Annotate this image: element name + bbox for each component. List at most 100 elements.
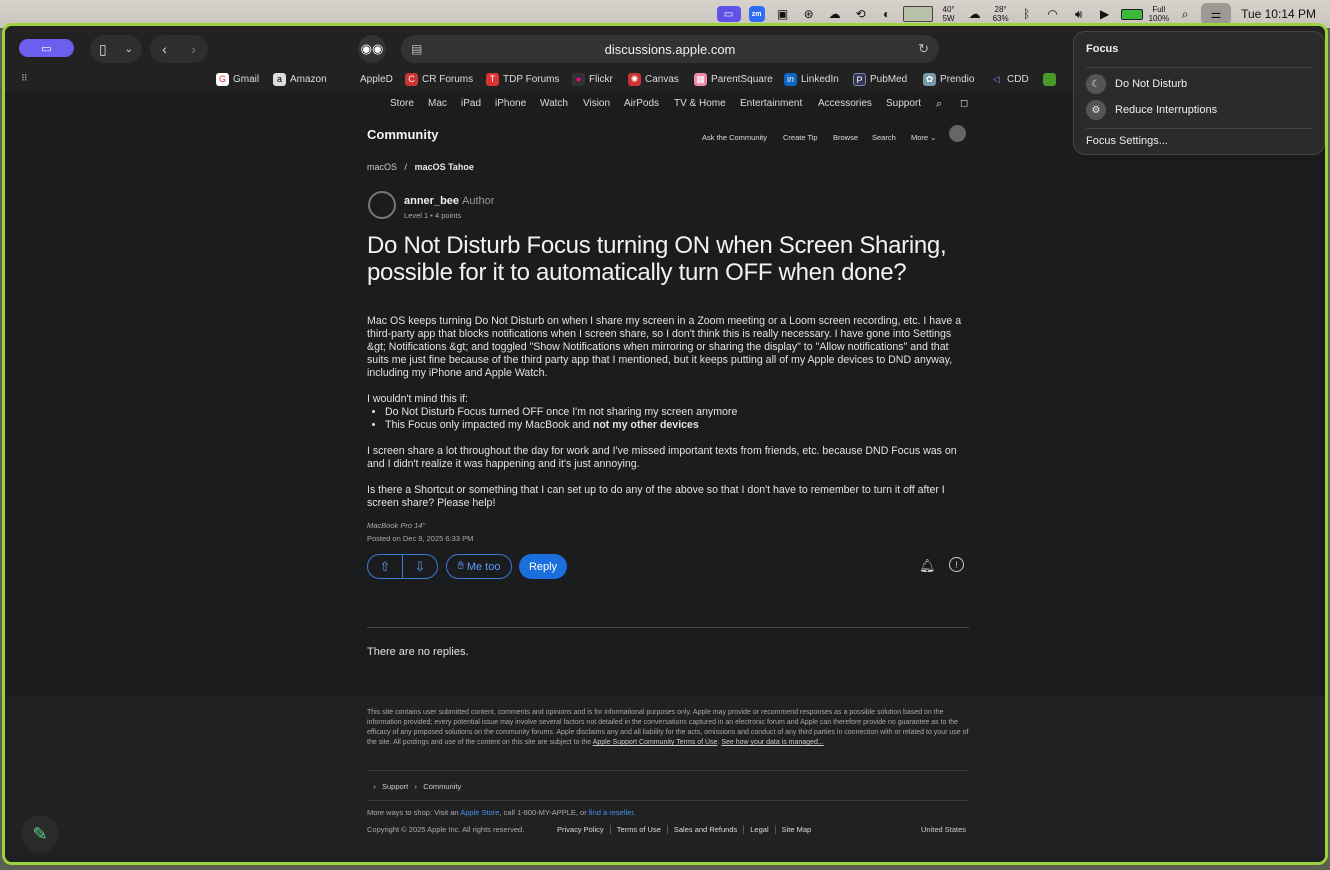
reply-button[interactable]: Reply <box>519 554 567 579</box>
apple-store-link[interactable]: Apple Store <box>460 808 499 817</box>
page-settings-icon[interactable]: ▤ <box>411 42 422 56</box>
nav-iphone[interactable]: iPhone <box>495 98 526 109</box>
bookmark-linkedin[interactable]: in LinkedIn <box>784 73 839 86</box>
report-icon[interactable]: ! <box>949 557 964 572</box>
search-icon[interactable]: ⌕ <box>1175 3 1195 25</box>
control-center-icon[interactable]: ⚌ <box>1201 3 1232 25</box>
community-title[interactable]: Community <box>367 127 439 142</box>
apps-grid-icon[interactable]: ⠿ <box>21 73 28 84</box>
upvote-icon[interactable]: ⇧ <box>368 555 403 578</box>
bookmark-label: AppleD <box>360 74 393 85</box>
nav-browse[interactable]: Browse <box>833 133 858 142</box>
wifi-icon[interactable]: ◠ <box>1043 3 1063 25</box>
sidebar-toggle[interactable]: ▯ ⌄ <box>90 35 142 63</box>
weather-readout[interactable]: 28° 63% <box>991 3 1011 25</box>
bookmark-pubmed[interactable]: P PubMed <box>853 73 907 86</box>
parentsquare-icon: ▦ <box>694 73 707 86</box>
reseller-link[interactable]: find a reseller <box>589 808 634 817</box>
address-bar[interactable]: ▤ discussions.apple.com ↻ <box>401 35 939 63</box>
back-icon[interactable]: ‹ <box>162 41 167 57</box>
bookmark-label: CR Forums <box>422 74 474 85</box>
breadcrumb-macos-tahoe[interactable]: macOS Tahoe <box>415 162 474 172</box>
bell-icon[interactable]: 🔔︎ <box>919 558 936 574</box>
search-icon[interactable]: ⌕ <box>936 98 942 111</box>
bookmark-prendio[interactable]: ✿ Prendio <box>923 73 974 86</box>
battery-widget-icon[interactable] <box>902 3 933 25</box>
time-machine-icon[interactable]: ⟲ <box>851 3 871 25</box>
bluetooth-icon[interactable]: ᛒ <box>1017 3 1037 25</box>
terms-link[interactable]: Terms of Use <box>610 825 668 834</box>
legal-link[interactable]: Legal <box>744 825 776 834</box>
screen-share-indicator[interactable]: ▭ <box>19 39 74 57</box>
bookmark-tdp-forums[interactable]: T TDP Forums <box>486 73 560 86</box>
user-avatar[interactable] <box>949 125 966 142</box>
author-tag: Author <box>462 195 495 207</box>
temp-top: 40° <box>942 5 955 14</box>
bookmark-canvas[interactable]: ✺ Canvas <box>628 73 679 86</box>
weather-icon[interactable]: ☁ <box>965 3 985 25</box>
focus-reduce-interruptions[interactable]: ⚙ Reduce Interruptions <box>1086 100 1217 120</box>
temperature-readout[interactable]: 40° 5W <box>939 3 959 25</box>
terms-of-use-link[interactable]: Apple Support Community Terms of Use <box>593 739 718 746</box>
bookmark-amazon[interactable]: a Amazon <box>273 73 327 86</box>
nav-store[interactable]: Store <box>390 98 414 109</box>
nav-search[interactable]: Search <box>872 133 896 142</box>
bookmark-flickr[interactable]: ● Flickr <box>572 73 613 86</box>
menubar-clock[interactable]: Tue 10:14 PM <box>1241 7 1316 21</box>
pencil-icon[interactable]: ✎ <box>21 815 59 853</box>
footer-crumb-community[interactable]: Community <box>423 782 461 791</box>
nav-mac[interactable]: Mac <box>428 98 447 109</box>
nav-more[interactable]: More ⌄ <box>911 133 936 142</box>
nav-accessories[interactable]: Accessories <box>818 98 872 109</box>
box-icon[interactable]: ▣ <box>773 3 793 25</box>
bookmark-label: PubMed <box>870 74 908 85</box>
moon-icon[interactable]: ◐ <box>877 3 897 25</box>
volume-icon[interactable]: 🔊︎ <box>1069 3 1089 25</box>
icloud-icon[interactable]: ☁ <box>825 3 845 25</box>
forward-icon[interactable]: › <box>191 41 196 57</box>
bookmark-cr-forums[interactable]: C CR Forums <box>405 73 473 86</box>
sales-refunds-link[interactable]: Sales and Refunds <box>667 825 745 834</box>
breadcrumb-macos[interactable]: macOS <box>367 162 397 172</box>
focus-do-not-disturb[interactable]: ☾ Do Not Disturb <box>1086 74 1187 94</box>
battery-icon[interactable] <box>1120 3 1143 25</box>
nav-watch[interactable]: Watch <box>540 98 568 109</box>
downvote-icon[interactable]: ⇩ <box>403 555 437 578</box>
bookmark-more[interactable] <box>1043 73 1056 86</box>
me-too-button[interactable]: ✋︎ Me too <box>446 554 512 579</box>
country-link[interactable]: United States <box>921 825 966 834</box>
bookmark-appled[interactable]: AppleD <box>343 73 393 86</box>
nav-support[interactable]: Support <box>886 98 921 109</box>
bag-icon[interactable]: ◻ <box>960 98 968 109</box>
footer-divider <box>367 770 969 771</box>
nav-airpods[interactable]: AirPods <box>624 98 659 109</box>
footer-crumb-support[interactable]: Support <box>382 782 408 791</box>
zoom-icon[interactable]: zm <box>747 3 767 25</box>
green-folder-icon <box>1043 73 1056 86</box>
nav-ask-community[interactable]: Ask the Community <box>702 133 767 142</box>
author-name[interactable]: anner_bee <box>404 195 459 207</box>
play-icon[interactable]: ▶︎ <box>1095 3 1115 25</box>
battery-readout[interactable]: Full 100% <box>1149 3 1169 25</box>
reload-icon[interactable]: ↻ <box>918 41 929 57</box>
data-managed-link[interactable]: See how your data is managed... <box>721 739 823 746</box>
cr-icon: C <box>405 73 418 86</box>
focus-settings[interactable]: Focus Settings... <box>1086 135 1168 147</box>
nav-tv-home[interactable]: TV & Home <box>674 98 726 109</box>
gear-icon: ⚙ <box>1086 100 1106 120</box>
web-page: Store Mac iPad iPhone Watch Vision AirPo… <box>5 92 1325 862</box>
nav-ipad[interactable]: iPad <box>461 98 481 109</box>
extension-owl-icon[interactable]: ◉◉ <box>358 35 386 63</box>
bookmark-parentsquare[interactable]: ▦ ParentSquare <box>694 73 773 86</box>
nav-create-tip[interactable]: Create Tip <box>783 133 818 142</box>
screen-share-icon[interactable]: ▭ <box>716 3 741 25</box>
privacy-policy-link[interactable]: Privacy Policy <box>551 825 611 834</box>
site-map-link[interactable]: Site Map <box>776 825 818 834</box>
nav-vision[interactable]: Vision <box>583 98 610 109</box>
author-avatar[interactable] <box>368 191 396 219</box>
bookmark-gmail[interactable]: G Gmail <box>216 73 259 86</box>
nav-entertainment[interactable]: Entertainment <box>740 98 802 109</box>
creative-cloud-icon[interactable]: ⊛ <box>799 3 819 25</box>
footer: This site contains user submitted conten… <box>5 696 1325 862</box>
bookmark-cdd[interactable]: ◁ CDD <box>990 73 1029 86</box>
